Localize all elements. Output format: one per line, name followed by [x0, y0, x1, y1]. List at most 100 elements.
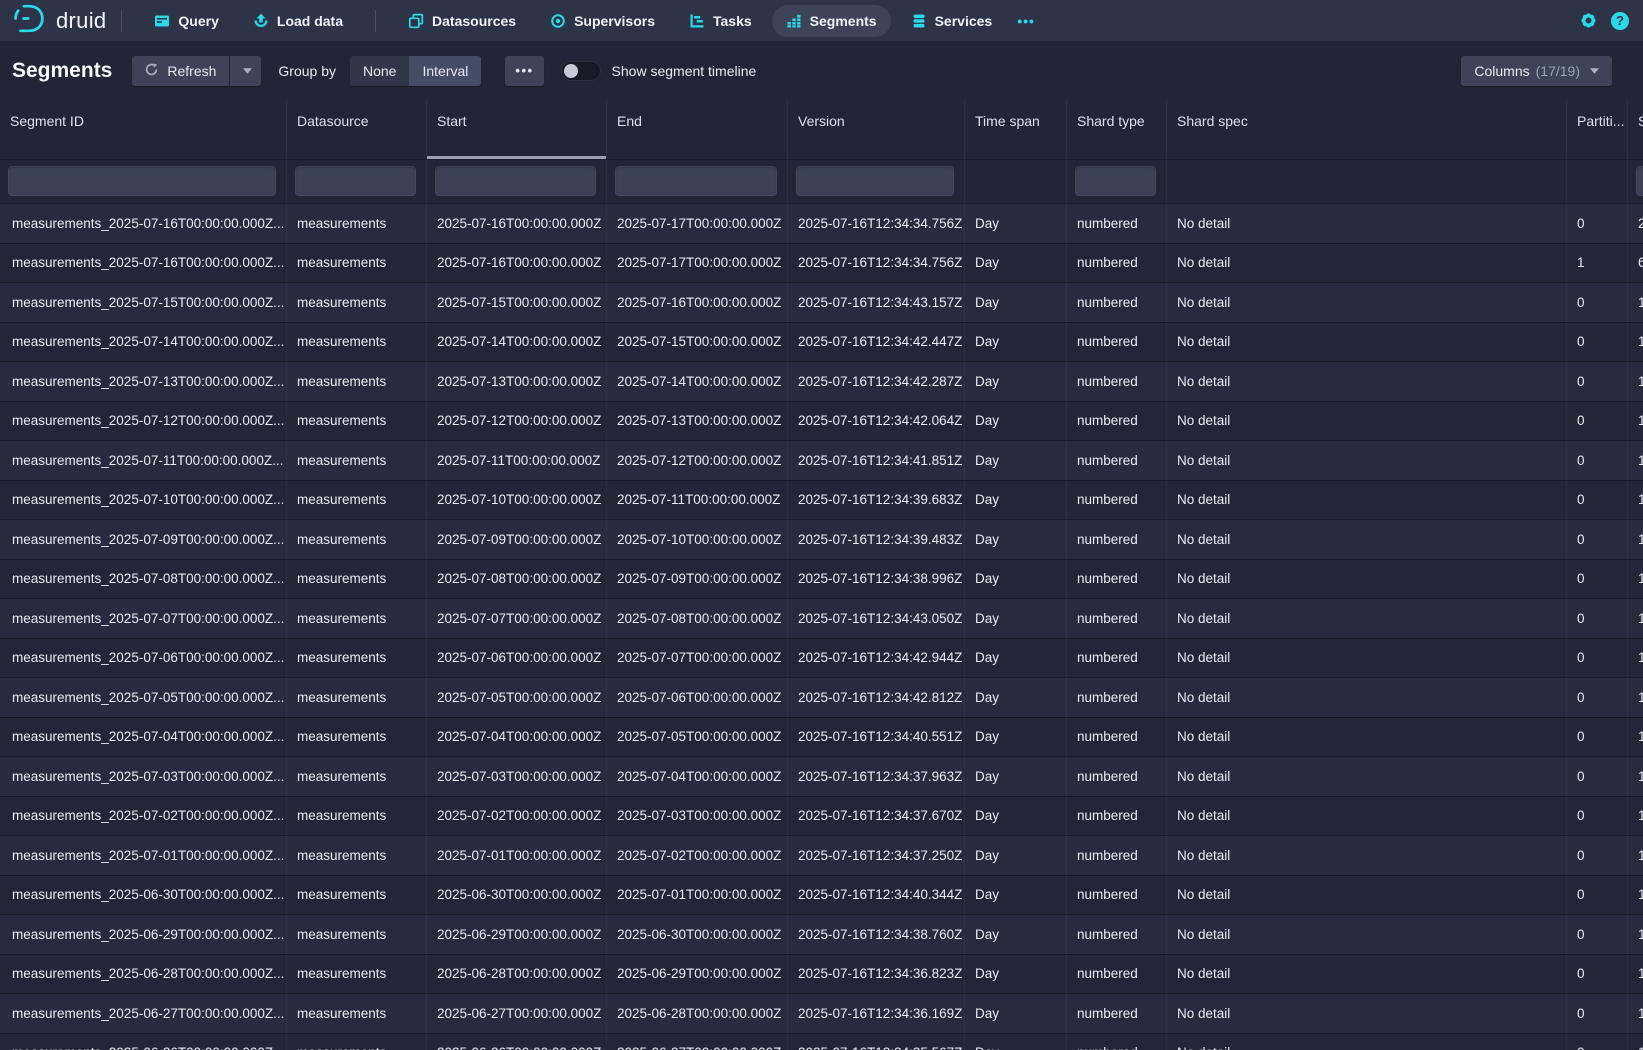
cell-segment-id[interactable]: measurements_2025-07-01T00:00:00.000Z...: [0, 836, 287, 875]
cell-datasource[interactable]: measurements: [287, 204, 427, 243]
cell-start[interactable]: 2025-07-12T00:00:00.000Z: [427, 402, 607, 441]
cell-end[interactable]: 2025-07-04T00:00:00.000Z: [607, 757, 788, 796]
cell-segment-id[interactable]: measurements_2025-07-12T00:00:00.000Z...: [0, 402, 287, 441]
cell-shard-spec[interactable]: No detail: [1167, 718, 1567, 757]
cell-partition[interactable]: 0: [1567, 639, 1628, 678]
cell-time-span[interactable]: Day: [965, 204, 1067, 243]
cell-partition[interactable]: 0: [1567, 678, 1628, 717]
cell-segment-id[interactable]: measurements_2025-07-14T00:00:00.000Z...: [0, 323, 287, 362]
cell-datasource[interactable]: measurements: [287, 560, 427, 599]
cell-start[interactable]: 2025-06-27T00:00:00.000Z: [427, 994, 607, 1033]
cell-start[interactable]: 2025-07-10T00:00:00.000Z: [427, 481, 607, 520]
cell-size[interactable]: 1: [1628, 441, 1643, 480]
cell-segment-id[interactable]: measurements_2025-06-27T00:00:00.000Z...: [0, 994, 287, 1033]
column-header-shard-type[interactable]: Shard type: [1067, 100, 1167, 159]
cell-version[interactable]: 2025-07-16T12:34:38.996Z: [788, 560, 965, 599]
cell-version[interactable]: 2025-07-16T12:34:40.551Z: [788, 718, 965, 757]
column-header-partition[interactable]: Partiti...: [1567, 100, 1628, 159]
cell-size[interactable]: 1: [1628, 323, 1643, 362]
cell-shard-type[interactable]: numbered: [1067, 520, 1167, 559]
cell-shard-spec[interactable]: No detail: [1167, 994, 1567, 1033]
cell-partition[interactable]: 0: [1567, 599, 1628, 638]
cell-shard-type[interactable]: numbered: [1067, 560, 1167, 599]
cell-segment-id[interactable]: measurements_2025-07-16T00:00:00.000Z...: [0, 204, 287, 243]
cell-partition[interactable]: 0: [1567, 797, 1628, 836]
cell-time-span[interactable]: Day: [965, 481, 1067, 520]
column-header-shard-spec[interactable]: Shard spec: [1167, 100, 1567, 159]
cell-size[interactable]: 1: [1628, 560, 1643, 599]
cell-time-span[interactable]: Day: [965, 441, 1067, 480]
cell-version[interactable]: 2025-07-16T12:34:43.157Z: [788, 283, 965, 322]
cell-size[interactable]: 1: [1628, 520, 1643, 559]
cell-datasource[interactable]: measurements: [287, 639, 427, 678]
cell-partition[interactable]: 0: [1567, 955, 1628, 994]
cell-size[interactable]: 1: [1628, 1034, 1643, 1050]
cell-shard-type[interactable]: numbered: [1067, 955, 1167, 994]
cell-time-span[interactable]: Day: [965, 797, 1067, 836]
cell-start[interactable]: 2025-07-14T00:00:00.000Z: [427, 323, 607, 362]
cell-segment-id[interactable]: measurements_2025-06-28T00:00:00.000Z...: [0, 955, 287, 994]
cell-time-span[interactable]: Day: [965, 283, 1067, 322]
cell-partition[interactable]: 0: [1567, 915, 1628, 954]
cell-partition[interactable]: 0: [1567, 718, 1628, 757]
gear-icon[interactable]: [1579, 11, 1598, 30]
cell-size[interactable]: 1: [1628, 757, 1643, 796]
cell-segment-id[interactable]: measurements_2025-07-15T00:00:00.000Z...: [0, 283, 287, 322]
cell-version[interactable]: 2025-07-16T12:34:38.760Z: [788, 915, 965, 954]
cell-segment-id[interactable]: measurements_2025-07-10T00:00:00.000Z...: [0, 481, 287, 520]
cell-shard-type[interactable]: numbered: [1067, 323, 1167, 362]
filter-input-shard-type[interactable]: [1075, 166, 1156, 196]
cell-shard-spec[interactable]: No detail: [1167, 402, 1567, 441]
cell-partition[interactable]: 0: [1567, 283, 1628, 322]
cell-datasource[interactable]: measurements: [287, 323, 427, 362]
cell-datasource[interactable]: measurements: [287, 244, 427, 283]
cell-segment-id[interactable]: measurements_2025-07-07T00:00:00.000Z...: [0, 599, 287, 638]
cell-shard-type[interactable]: numbered: [1067, 402, 1167, 441]
cell-end[interactable]: 2025-07-17T00:00:00.000Z: [607, 244, 788, 283]
cell-partition[interactable]: 0: [1567, 520, 1628, 559]
cell-start[interactable]: 2025-07-02T00:00:00.000Z: [427, 797, 607, 836]
cell-datasource[interactable]: measurements: [287, 362, 427, 401]
cell-shard-type[interactable]: numbered: [1067, 283, 1167, 322]
cell-size[interactable]: 1: [1628, 599, 1643, 638]
cell-shard-type[interactable]: numbered: [1067, 678, 1167, 717]
cell-version[interactable]: 2025-07-16T12:34:37.250Z: [788, 836, 965, 875]
cell-shard-spec[interactable]: No detail: [1167, 204, 1567, 243]
columns-button[interactable]: Columns (17/19): [1461, 56, 1612, 86]
cell-version[interactable]: 2025-07-16T12:34:37.963Z: [788, 757, 965, 796]
cell-datasource[interactable]: measurements: [287, 599, 427, 638]
cell-time-span[interactable]: Day: [965, 876, 1067, 915]
cell-start[interactable]: 2025-07-05T00:00:00.000Z: [427, 678, 607, 717]
cell-shard-spec[interactable]: No detail: [1167, 323, 1567, 362]
cell-end[interactable]: 2025-06-27T00:00:00.000Z: [607, 1034, 788, 1050]
cell-end[interactable]: 2025-07-06T00:00:00.000Z: [607, 678, 788, 717]
cell-end[interactable]: 2025-07-10T00:00:00.000Z: [607, 520, 788, 559]
cell-size[interactable]: 1: [1628, 797, 1643, 836]
cell-end[interactable]: 2025-07-08T00:00:00.000Z: [607, 599, 788, 638]
cell-size[interactable]: 2: [1628, 204, 1643, 243]
cell-start[interactable]: 2025-07-06T00:00:00.000Z: [427, 639, 607, 678]
cell-shard-spec[interactable]: No detail: [1167, 1034, 1567, 1050]
column-header-time-span[interactable]: Time span: [965, 100, 1067, 159]
nav-item-services[interactable]: Services: [897, 5, 1007, 37]
cell-shard-spec[interactable]: No detail: [1167, 639, 1567, 678]
nav-item-tasks[interactable]: Tasks: [675, 5, 766, 37]
cell-version[interactable]: 2025-07-16T12:34:40.344Z: [788, 876, 965, 915]
cell-segment-id[interactable]: measurements_2025-07-06T00:00:00.000Z...: [0, 639, 287, 678]
cell-version[interactable]: 2025-07-16T12:34:37.670Z: [788, 797, 965, 836]
cell-shard-type[interactable]: numbered: [1067, 204, 1167, 243]
cell-time-span[interactable]: Day: [965, 915, 1067, 954]
cell-end[interactable]: 2025-06-30T00:00:00.000Z: [607, 915, 788, 954]
toolbar-more-button[interactable]: •••: [505, 56, 543, 86]
cell-start[interactable]: 2025-06-28T00:00:00.000Z: [427, 955, 607, 994]
cell-partition[interactable]: 0: [1567, 876, 1628, 915]
cell-size[interactable]: 1: [1628, 955, 1643, 994]
filter-input-start[interactable]: [435, 166, 596, 196]
cell-version[interactable]: 2025-07-16T12:34:42.812Z: [788, 678, 965, 717]
cell-size[interactable]: 1: [1628, 402, 1643, 441]
cell-shard-type[interactable]: numbered: [1067, 718, 1167, 757]
cell-shard-type[interactable]: numbered: [1067, 757, 1167, 796]
cell-end[interactable]: 2025-07-13T00:00:00.000Z: [607, 402, 788, 441]
cell-size[interactable]: 1: [1628, 994, 1643, 1033]
cell-end[interactable]: 2025-07-11T00:00:00.000Z: [607, 481, 788, 520]
